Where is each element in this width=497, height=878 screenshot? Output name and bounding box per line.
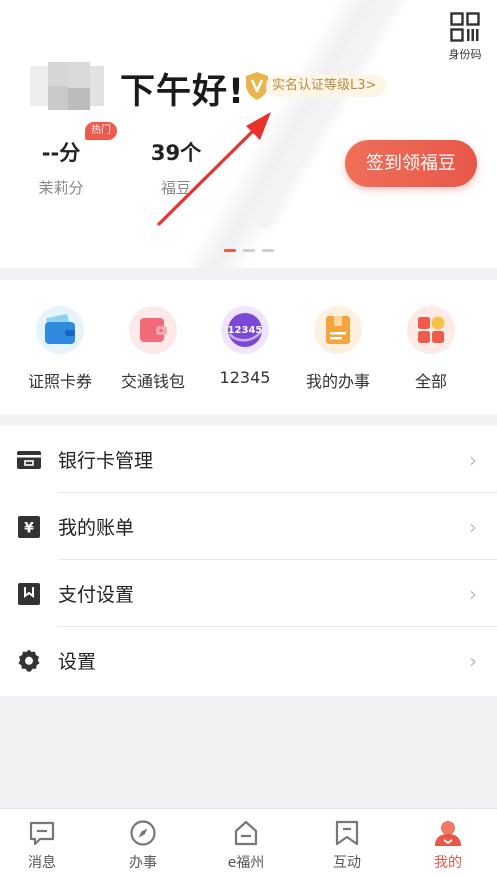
payment-settings-icon xyxy=(18,582,40,605)
tab-mine[interactable]: 我的 xyxy=(413,819,483,872)
service-item-12345[interactable]: 12345 12345 xyxy=(200,306,290,387)
menu-item-my-bills[interactable]: ¥ 我的账单 › xyxy=(0,493,497,560)
identity-code-button[interactable]: 身份码 xyxy=(446,12,484,62)
verification-level-text: 实名认证等级L3> xyxy=(266,75,387,97)
chevron-right-icon: › xyxy=(469,648,477,673)
service-label: 12345 xyxy=(219,368,271,387)
carousel-dot xyxy=(243,249,255,252)
carousel-dot xyxy=(224,249,236,252)
svg-text:¥: ¥ xyxy=(24,520,34,536)
settings-menu: 银行卡管理 › ¥ 我的账单 › 支付设置 › 设置 › xyxy=(0,426,497,696)
tab-interaction[interactable]: 互动 xyxy=(312,819,382,872)
profile-header: 身份码 下午好! 实名认证等级L3> --分 茉莉分 热门 39个 福豆 签到领… xyxy=(0,0,497,268)
menu-item-label: 设置 xyxy=(58,651,97,673)
checkin-button[interactable]: 签到领福豆 xyxy=(345,140,477,187)
menu-item-label: 银行卡管理 xyxy=(58,450,154,472)
menu-item-bank-cards[interactable]: 银行卡管理 › xyxy=(0,426,497,493)
menu-item-label: 我的账单 xyxy=(58,517,135,539)
avatar[interactable] xyxy=(30,62,104,112)
service-grid: 证照卡券 交通钱包 12345 12345 我的办事 全部 xyxy=(0,280,497,414)
tab-affairs[interactable]: 办事 xyxy=(108,819,178,872)
verification-level-badge[interactable]: 实名认证等级L3> xyxy=(244,70,387,102)
service-item-certificates[interactable]: 证照卡券 xyxy=(15,306,105,392)
compass-icon xyxy=(130,820,156,846)
service-item-all[interactable]: 全部 xyxy=(386,306,476,392)
menu-item-label: 支付设置 xyxy=(58,584,135,606)
tab-label: 办事 xyxy=(129,855,157,871)
transit-wallet-icon xyxy=(129,306,177,354)
hotline-12345-icon: 12345 xyxy=(221,306,269,354)
qr-code-icon xyxy=(450,12,480,42)
svg-text:12345: 12345 xyxy=(228,325,263,336)
carousel-dot xyxy=(262,249,274,252)
tab-efuzhou[interactable]: e福州 xyxy=(211,819,281,872)
gear-icon xyxy=(18,649,40,672)
jasmine-score-value: --分 xyxy=(41,141,81,165)
service-label: 全部 xyxy=(414,372,447,391)
menu-item-settings[interactable]: 设置 › xyxy=(0,627,497,694)
message-icon xyxy=(29,821,55,846)
bank-card-icon xyxy=(17,450,41,469)
wallet-card-icon xyxy=(36,306,84,354)
annotation-arrow xyxy=(157,112,271,226)
my-affairs-icon xyxy=(314,306,362,354)
service-label: 交通钱包 xyxy=(120,372,185,391)
identity-code-label: 身份码 xyxy=(448,48,482,61)
service-label: 我的办事 xyxy=(305,372,370,391)
service-label: 证照卡券 xyxy=(27,372,92,391)
service-item-transit-wallet[interactable]: 交通钱包 xyxy=(108,306,198,392)
jasmine-score-label: 茉莉分 xyxy=(38,179,84,197)
profile-icon xyxy=(435,821,461,846)
chevron-right-icon: › xyxy=(469,447,477,472)
tab-messages[interactable]: 消息 xyxy=(7,819,77,872)
chevron-right-icon: › xyxy=(469,514,477,539)
home-icon xyxy=(234,820,258,846)
all-apps-icon xyxy=(407,306,455,354)
hot-tag: 热门 xyxy=(85,122,117,140)
tab-label: e福州 xyxy=(227,855,265,871)
tab-label: 互动 xyxy=(333,855,361,871)
menu-item-payment-settings[interactable]: 支付设置 › xyxy=(0,560,497,627)
bill-icon: ¥ xyxy=(18,515,40,538)
carousel-indicator xyxy=(224,249,274,252)
tab-label: 消息 xyxy=(28,855,56,871)
tab-label: 我的 xyxy=(434,855,462,871)
bottom-tab-bar: 消息 办事 e福州 互动 我的 xyxy=(0,808,497,878)
interaction-icon xyxy=(335,820,359,846)
service-item-my-affairs[interactable]: 我的办事 xyxy=(293,306,383,392)
chevron-right-icon: › xyxy=(469,581,477,606)
jasmine-score[interactable]: --分 茉莉分 xyxy=(36,137,86,198)
